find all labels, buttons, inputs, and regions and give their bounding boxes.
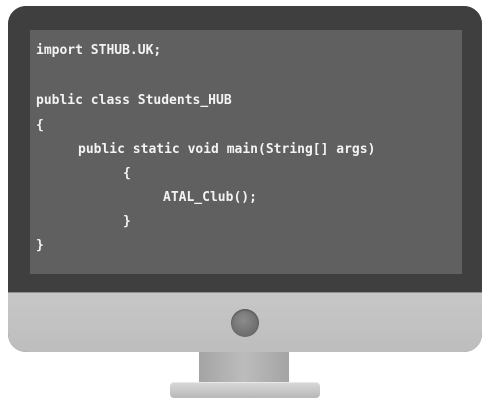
monitor-body: import STHUB.UK; public class Students_H… [8,6,482,352]
monitor-stand-neck [199,352,289,384]
monitor-chin [8,292,482,352]
code-block: import STHUB.UK; public class Students_H… [30,30,462,274]
monitor-screen: import STHUB.UK; public class Students_H… [30,30,462,274]
code-line-main-method: public static void main(String[] args) [78,142,376,157]
code-line-method-open-brace: { [123,166,131,181]
monitor-stand-base [170,382,320,398]
code-line-method-close-brace: } [123,214,131,229]
code-line-import: import STHUB.UK; [36,43,162,58]
code-line-class-open-brace: { [36,118,44,133]
monitor-bezel: import STHUB.UK; public class Students_H… [8,6,482,292]
code-line-class-declaration: public class Students_HUB [36,93,232,108]
code-line-class-close-brace: } [36,238,44,253]
code-line-method-call: ATAL_Club(); [163,190,257,205]
power-button-icon [231,309,259,337]
